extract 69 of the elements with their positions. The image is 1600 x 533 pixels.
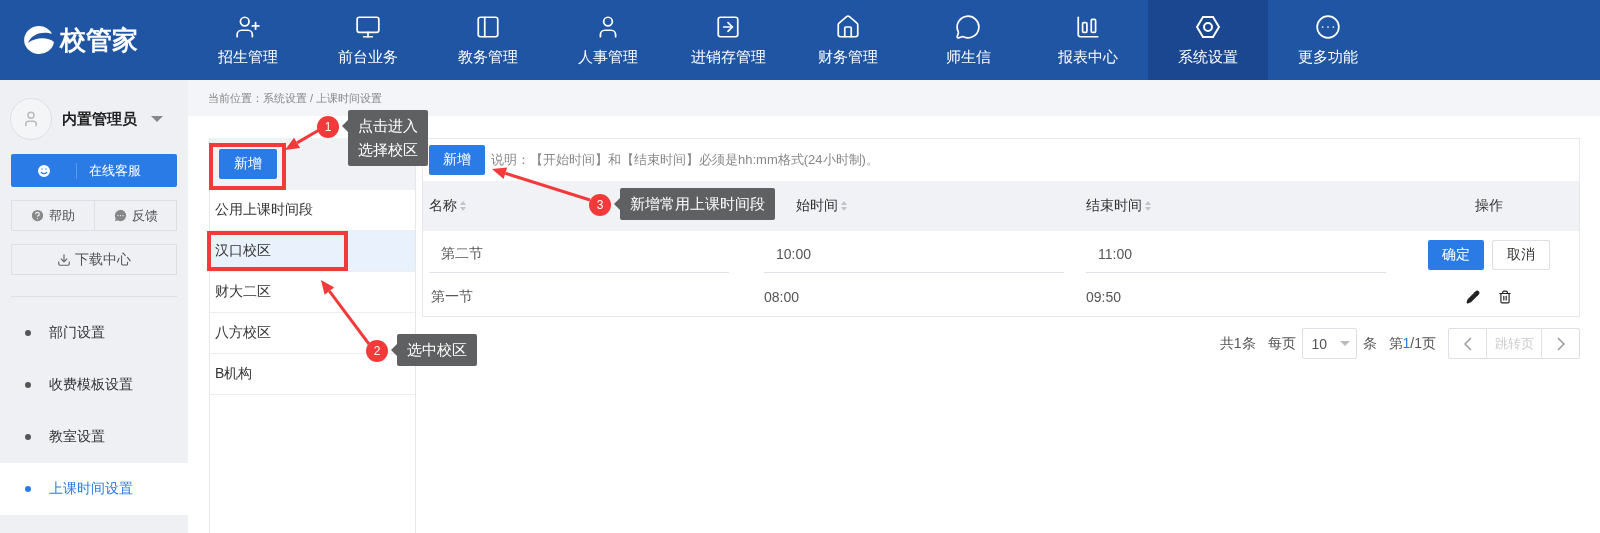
cancel-button[interactable]: 取消 [1491,239,1550,270]
caret-icon[interactable] [151,116,163,122]
sort-icon[interactable] [1144,200,1152,212]
nav-tab[interactable]: 前台业务 [308,0,428,80]
nav-tab[interactable]: 更多功能 [1268,0,1388,80]
user-name[interactable]: 内置管理员 [62,109,137,129]
add-time-button[interactable]: 新增 [429,145,485,175]
more-icon [1315,13,1341,40]
logo-icon [22,25,56,55]
campus-item[interactable]: 汉口校区 [215,242,271,260]
column-header: 操作 [1474,197,1503,215]
logo-text: 校管家 [60,23,138,57]
table-cell: 第一节 [431,288,473,306]
add-campus-button[interactable]: 新增 [219,149,277,179]
nav-tab[interactable]: 师生信 [908,0,1028,80]
column-header: 结束时间 [1086,197,1142,215]
campus-item[interactable]: B机构 [215,365,253,383]
arrow [285,128,320,150]
campus-item[interactable]: 八方校区 [215,324,271,342]
download-icon [57,252,71,267]
house-icon [835,13,861,40]
sidebar-item[interactable]: 收费模板设置 [0,359,188,411]
total-count: 共1条 [1219,334,1256,353]
panel-icon [475,13,501,40]
nav-tab[interactable]: 教务管理 [428,0,548,80]
sidebar-item[interactable]: 上课时间设置 [0,463,188,515]
table-cell: 09:50 [1086,289,1122,305]
chevron-left-icon [1463,336,1472,351]
nav-tab[interactable]: 系统设置 [1148,0,1268,80]
campus-item[interactable]: 公用上课时间段 [215,201,313,219]
breadcrumb: 当前位置：系统设置 / 上课时间设置 [208,90,383,106]
sidebar-item[interactable]: 教室设置 [0,411,188,463]
unit-label: 条 [1362,334,1377,353]
previous-page-button[interactable] [1448,328,1487,359]
callout-tooltip: 新增常用上课时间段 [614,188,775,220]
arrow-box-icon [715,13,741,40]
chat-icon [955,13,981,40]
per-page-label: 每页 [1267,334,1296,353]
user-plus-icon [235,13,261,40]
nav-tab[interactable]: 报表中心 [1028,0,1148,80]
next-page-button[interactable] [1541,328,1580,359]
sidebar-item[interactable]: 部门设置 [0,307,188,359]
online-service-button[interactable]: 在线客服 [11,154,177,187]
campus-item[interactable]: 财大二区 [215,283,271,301]
nav-tab[interactable]: 招生管理 [188,0,308,80]
column-header: 名称 [429,197,457,215]
note-text: 说明：【开始时间】和【结束时间】必须是hh:mm格式(24小时制)。 [491,151,879,169]
nav-tab[interactable]: 财务管理 [788,0,908,80]
chat-bubble-icon [112,208,128,223]
monitor-icon [355,13,381,40]
nav-tab[interactable]: 人事管理 [548,0,668,80]
per-page-select[interactable]: 10 [1301,328,1357,359]
confirm-button[interactable]: 确定 [1427,239,1484,270]
arrow [321,280,371,345]
callout-tooltip: 选中校区 [391,334,477,366]
nav-tab[interactable]: 进销存管理 [668,0,788,80]
sort-icon[interactable] [459,200,467,212]
column-header: 始时间 [796,197,838,215]
chat-face-icon [35,162,52,179]
page-info: 第1/1页 [1388,334,1436,353]
help-icon [30,208,46,223]
callout-tooltip: 点击进入 选择校区 [342,110,428,166]
sort-icon[interactable] [840,200,848,212]
avatar[interactable] [10,98,52,140]
table-cell: 08:00 [764,289,800,305]
download-center-button[interactable]: 下载中心 [11,244,177,275]
chevron-right-icon [1556,336,1565,351]
bar-chart-icon [1075,13,1101,40]
settings-icon [1195,13,1221,40]
